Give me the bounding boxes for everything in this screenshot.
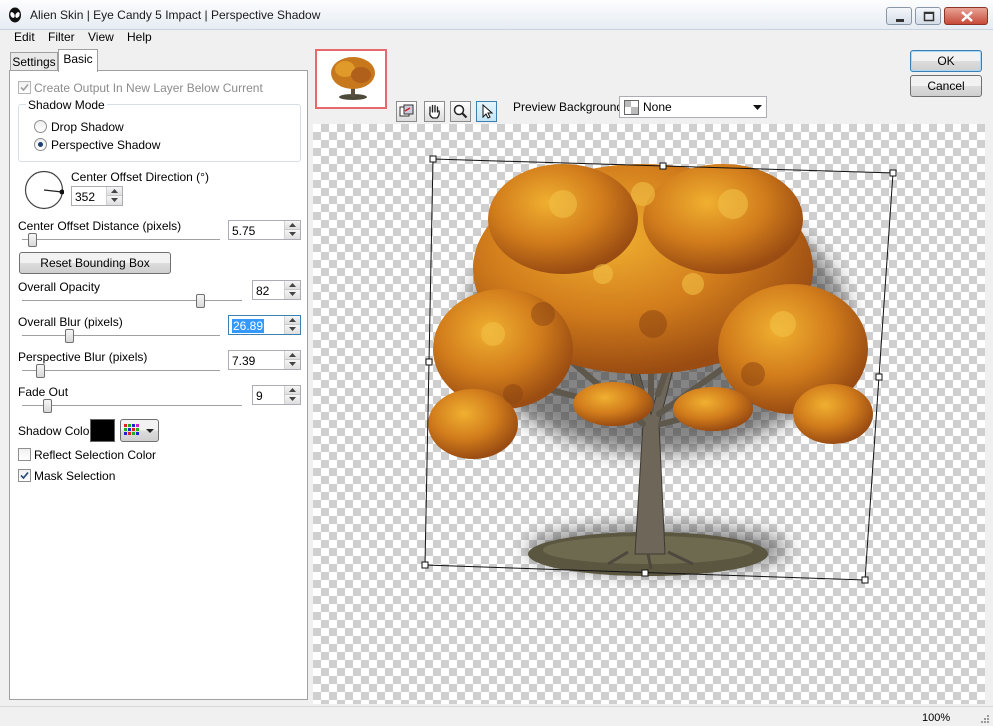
distance-input[interactable]: 5.75 bbox=[228, 220, 301, 240]
distance-value: 5.75 bbox=[232, 224, 256, 238]
hand-icon bbox=[429, 104, 440, 119]
spin-down-icon[interactable] bbox=[285, 230, 300, 239]
spin-up-icon[interactable] bbox=[285, 316, 300, 325]
menu-edit[interactable]: Edit bbox=[14, 30, 35, 44]
alien-skin-icon bbox=[9, 7, 21, 23]
preview-toggle-button[interactable] bbox=[396, 101, 417, 122]
tab-basic[interactable]: Basic bbox=[58, 49, 98, 72]
zoom-icon bbox=[453, 104, 468, 119]
menu-help[interactable]: Help bbox=[127, 30, 152, 44]
zoom-tool-button[interactable] bbox=[450, 101, 471, 122]
preview-background-select[interactable]: None bbox=[619, 96, 767, 118]
spin-up-icon[interactable] bbox=[285, 281, 300, 290]
reset-bounding-box-button[interactable]: Reset Bounding Box bbox=[19, 252, 171, 274]
menu-filter[interactable]: Filter bbox=[48, 30, 75, 44]
opacity-input[interactable]: 82 bbox=[252, 280, 301, 300]
menu-view[interactable]: View bbox=[88, 30, 114, 44]
perspective-blur-label: Perspective Blur (pixels) bbox=[18, 350, 148, 364]
title-bar: Alien Skin | Eye Candy 5 Impact | Perspe… bbox=[0, 0, 993, 30]
direction-label: Center Offset Direction (°) bbox=[71, 170, 209, 184]
zoom-level: 100% bbox=[922, 712, 951, 724]
perspective-blur-slider-thumb[interactable] bbox=[36, 364, 45, 378]
perspective-blur-slider[interactable] bbox=[22, 370, 220, 372]
close-button[interactable] bbox=[944, 7, 988, 25]
perspective-shadow-label: Perspective Shadow bbox=[51, 138, 161, 152]
direction-dial[interactable] bbox=[24, 170, 64, 210]
menu-bar: Edit Filter View Help bbox=[0, 30, 993, 45]
overall-blur-slider[interactable] bbox=[22, 335, 220, 337]
create-output-label: Create Output In New Layer Below Current bbox=[34, 81, 263, 95]
color-grid-icon bbox=[124, 424, 154, 435]
opacity-value: 82 bbox=[256, 284, 270, 298]
shadow-color-label: Shadow Color bbox=[18, 424, 94, 438]
distance-label: Center Offset Distance (pixels) bbox=[18, 219, 182, 233]
reflect-selection-checkbox[interactable] bbox=[18, 448, 31, 461]
chevron-down-icon bbox=[146, 429, 154, 433]
spin-up-icon[interactable] bbox=[285, 351, 300, 360]
pointer-tool-button[interactable] bbox=[476, 101, 497, 122]
perspective-shadow-radio[interactable] bbox=[34, 138, 47, 151]
direction-value: 352 bbox=[75, 190, 96, 204]
fade-out-slider[interactable] bbox=[22, 405, 242, 407]
direction-input[interactable]: 352 bbox=[71, 186, 123, 206]
fade-out-slider-thumb[interactable] bbox=[43, 399, 52, 413]
chevron-down-icon bbox=[753, 105, 762, 110]
perspective-blur-input[interactable]: 7.39 bbox=[228, 350, 301, 370]
ok-button[interactable]: OK bbox=[910, 50, 982, 72]
overall-blur-value: 26.89 bbox=[232, 319, 265, 333]
close-icon bbox=[961, 11, 973, 22]
overall-blur-slider-thumb[interactable] bbox=[65, 329, 74, 343]
spin-up-icon[interactable] bbox=[285, 386, 300, 395]
mask-selection-label: Mask Selection bbox=[34, 469, 116, 483]
maximize-button[interactable] bbox=[915, 7, 941, 25]
maximize-icon bbox=[923, 11, 935, 22]
preview-background-value: None bbox=[643, 100, 672, 114]
spin-up-icon[interactable] bbox=[107, 187, 122, 196]
fade-out-value: 9 bbox=[256, 389, 263, 403]
cancel-button[interactable]: Cancel bbox=[910, 75, 982, 97]
window-title: Alien Skin | Eye Candy 5 Impact | Perspe… bbox=[30, 8, 321, 22]
transparency-icon bbox=[624, 100, 639, 115]
minimize-icon bbox=[896, 19, 904, 22]
shadow-color-swatch[interactable] bbox=[90, 419, 115, 442]
spin-down-icon[interactable] bbox=[285, 360, 300, 369]
spin-down-icon[interactable] bbox=[107, 196, 122, 205]
pointer-icon bbox=[482, 103, 494, 119]
minimize-button[interactable] bbox=[886, 7, 912, 25]
basic-settings-panel: Create Output In New Layer Below Current… bbox=[9, 70, 308, 700]
resize-grip-icon[interactable] bbox=[978, 714, 990, 726]
spin-down-icon[interactable] bbox=[285, 290, 300, 299]
reflect-selection-label: Reflect Selection Color bbox=[34, 448, 157, 462]
hand-tool-button[interactable] bbox=[424, 101, 445, 122]
opacity-label: Overall Opacity bbox=[18, 280, 101, 294]
color-palette-button[interactable] bbox=[120, 419, 159, 442]
preview-thumbnail[interactable] bbox=[315, 49, 387, 109]
spin-down-icon[interactable] bbox=[285, 395, 300, 404]
preview-canvas[interactable] bbox=[313, 124, 985, 704]
create-output-checkbox[interactable] bbox=[18, 81, 31, 94]
spin-up-icon[interactable] bbox=[285, 221, 300, 230]
preview-background-label: Preview Background: bbox=[513, 100, 627, 114]
tab-settings[interactable]: Settings bbox=[10, 52, 58, 72]
spin-down-icon[interactable] bbox=[285, 325, 300, 334]
tree-thumbnail-icon bbox=[331, 57, 375, 100]
distance-slider-thumb[interactable] bbox=[28, 233, 37, 247]
overall-blur-label: Overall Blur (pixels) bbox=[18, 315, 123, 329]
status-bar: 100% bbox=[0, 706, 993, 726]
shadow-mode-title: Shadow Mode bbox=[26, 98, 107, 112]
fade-out-input[interactable]: 9 bbox=[252, 385, 301, 405]
perspective-blur-value: 7.39 bbox=[232, 354, 256, 368]
preview-toggle-icon bbox=[399, 104, 414, 117]
tree-preview-image bbox=[421, 155, 897, 584]
distance-slider[interactable] bbox=[22, 239, 220, 241]
drop-shadow-label: Drop Shadow bbox=[51, 120, 124, 134]
mask-selection-checkbox[interactable] bbox=[18, 469, 31, 482]
opacity-slider[interactable] bbox=[22, 300, 242, 302]
opacity-slider-thumb[interactable] bbox=[196, 294, 205, 308]
overall-blur-input[interactable]: 26.89 bbox=[228, 315, 301, 335]
drop-shadow-radio[interactable] bbox=[34, 120, 47, 133]
fade-out-label: Fade Out bbox=[18, 385, 69, 399]
